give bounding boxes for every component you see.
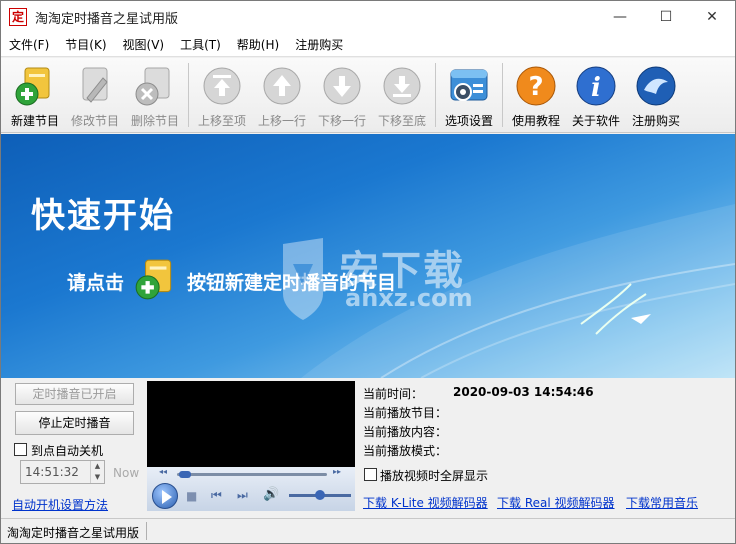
register-button[interactable]: 注册购买 [626, 58, 686, 130]
next-icon[interactable]: ⏭ [237, 488, 248, 503]
move-up-button[interactable]: 上移一行 [252, 58, 312, 130]
move-bottom-icon [380, 64, 424, 108]
move-top-icon [200, 64, 244, 108]
edit-program-label: 修改节目 [70, 114, 119, 128]
delete-program-icon [133, 64, 177, 108]
menu-file[interactable]: 文件(F) [1, 33, 57, 57]
tutorial-label: 使用教程 [511, 114, 560, 128]
move-up-icon [260, 64, 304, 108]
question-icon: ? [514, 64, 558, 108]
current-content-label: 当前播放内容： [363, 425, 448, 439]
stop-icon[interactable]: ■ [186, 489, 197, 503]
auto-shutdown-checkbox[interactable] [14, 443, 27, 456]
shutdown-time-spinner[interactable]: 14:51:32 ▲ ▼ [20, 460, 105, 484]
seek-forward-icon: ▸▸ [333, 467, 342, 476]
auto-shutdown-label: 到点自动关机 [31, 444, 104, 458]
download-klite-link[interactable]: 下载 K-Lite 视频解码器 [363, 494, 488, 511]
move-top-label: 上移至项 [197, 114, 246, 128]
tutorial-button[interactable]: ? 使用教程 [506, 58, 566, 130]
register-label: 注册购买 [631, 114, 680, 128]
toolbar-divider [502, 63, 503, 127]
fullscreen-label: 播放视频时全屏显示 [380, 469, 489, 483]
menu-tools[interactable]: 工具(T) [172, 33, 229, 57]
seek-track [177, 473, 327, 476]
move-down-button[interactable]: 下移一行 [312, 58, 372, 130]
shutdown-time-value: 14:51:32 [25, 465, 79, 479]
globe-icon [634, 64, 678, 108]
options-button[interactable]: 选项设置 [439, 58, 499, 130]
current-time-label: 当前时间： [363, 387, 424, 401]
spinner-arrows-icon[interactable]: ▲ ▼ [90, 461, 104, 483]
new-program-icon [133, 256, 179, 302]
play-icon [162, 490, 172, 504]
menu-help[interactable]: 帮助(H) [229, 33, 287, 57]
svg-text:i: i [591, 73, 601, 103]
watermark-subtext: anxz.com [345, 284, 473, 312]
info-icon: i [574, 64, 618, 108]
title-bar: 定 淘淘定时播音之星试用版 — ☐ ✕ [1, 1, 735, 33]
options-label: 选项设置 [444, 114, 493, 128]
volume-handle[interactable] [315, 490, 325, 500]
menu-register[interactable]: 注册购买 [287, 33, 351, 57]
window-title: 淘淘定时播音之星试用版 [35, 11, 179, 27]
seek-back-icon: ◂◂ [159, 467, 168, 476]
toolbar-divider [188, 63, 189, 127]
app-logo-icon: 定 [9, 8, 27, 26]
toolbar-divider [435, 63, 436, 127]
new-program-label: 新建节目 [10, 114, 59, 128]
seek-handle[interactable] [179, 471, 191, 478]
settings-window-icon [447, 64, 491, 108]
delete-program-label: 删除节目 [130, 114, 179, 128]
move-bottom-button[interactable]: 下移至底 [372, 58, 432, 130]
banner-title: 快速开始 [31, 196, 175, 236]
download-real-link[interactable]: 下载 Real 视频解码器 [497, 494, 615, 511]
volume-icon[interactable]: 🔊 [263, 487, 279, 502]
previous-icon[interactable]: ⏮ [211, 488, 222, 503]
current-mode-label: 当前播放模式： [363, 444, 448, 458]
stop-timed-broadcast-button[interactable]: 停止定时播音 [15, 411, 134, 435]
seek-bar[interactable]: ◂◂ ▸▸ [159, 467, 349, 478]
status-divider [146, 522, 147, 540]
delete-program-button[interactable]: 删除节目 [125, 58, 185, 130]
menu-bar: 文件(F) 节目(K) 视图(V) 工具(T) 帮助(H) 注册购买 [1, 33, 735, 57]
new-program-icon [13, 64, 57, 108]
play-button[interactable] [152, 483, 178, 509]
menu-program[interactable]: 节目(K) [57, 33, 114, 57]
quick-start-banner: 快速开始 请点击 按钮新建定时播音的节目 安下载 anxz.com [1, 134, 735, 378]
move-bottom-label: 下移至底 [377, 114, 426, 128]
fullscreen-checkbox[interactable] [364, 468, 377, 481]
banner-hint-prefix: 请点击 [67, 272, 125, 294]
menu-view[interactable]: 视图(V) [115, 33, 173, 57]
move-up-label: 上移一行 [257, 114, 306, 128]
window-controls: — ☐ ✕ [597, 1, 735, 33]
app-window: 定 淘淘定时播音之星试用版 — ☐ ✕ 文件(F) 节目(K) 视图(V) 工具… [0, 0, 736, 544]
current-program-label: 当前播放节目： [363, 406, 448, 420]
maximize-button[interactable]: ☐ [643, 1, 689, 33]
move-down-label: 下移一行 [317, 114, 366, 128]
minimize-button[interactable]: — [597, 1, 643, 33]
about-button[interactable]: i 关于软件 [566, 58, 626, 130]
svg-text:?: ? [528, 72, 543, 102]
toolbar: 新建节目 修改节目 删除节目 上移至项 上移一行 下移一行 下移至底 选项设置 … [1, 58, 735, 133]
edit-program-button[interactable]: 修改节目 [65, 58, 125, 130]
about-label: 关于软件 [571, 114, 620, 128]
now-button[interactable]: Now [113, 466, 139, 480]
move-top-button[interactable]: 上移至项 [192, 58, 252, 130]
close-button[interactable]: ✕ [689, 1, 735, 33]
new-program-button[interactable]: 新建节目 [5, 58, 65, 130]
move-down-icon [320, 64, 364, 108]
timed-broadcast-on-button[interactable]: 定时播音已开启 [15, 383, 134, 405]
download-music-link[interactable]: 下载常用音乐 [626, 494, 698, 511]
edit-program-icon [73, 64, 117, 108]
status-text: 淘淘定时播音之星试用版 [7, 526, 140, 540]
status-bar: 淘淘定时播音之星试用版 [1, 518, 735, 543]
current-time-value: 2020-09-03 14:54:46 [453, 385, 594, 399]
auto-boot-setup-link[interactable]: 自动开机设置方法 [12, 496, 108, 513]
